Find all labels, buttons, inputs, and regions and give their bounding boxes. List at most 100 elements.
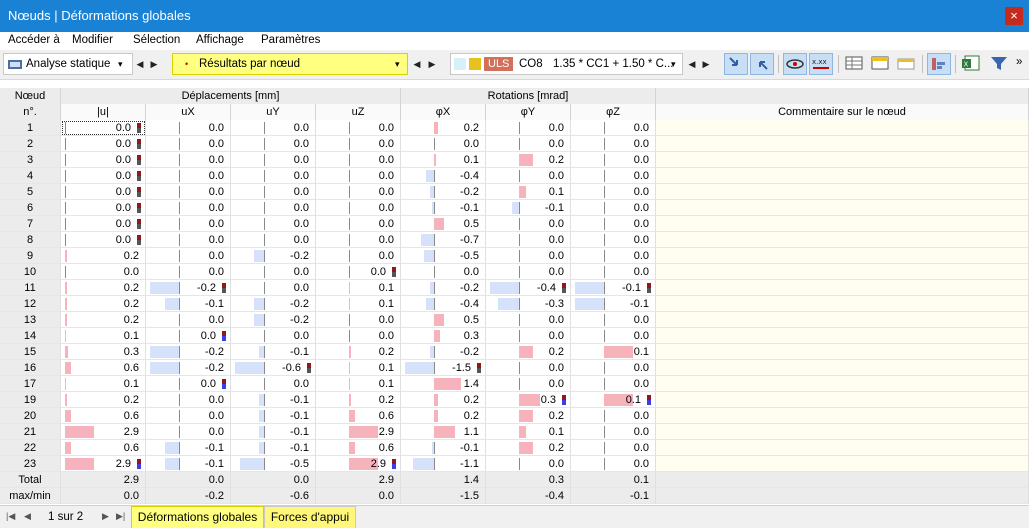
value-cell[interactable]: -0.2 <box>146 488 231 504</box>
value-cell[interactable]: 0.0 <box>571 424 656 440</box>
value-cell[interactable]: -0.2 <box>401 280 486 296</box>
value-cell[interactable]: 0.0 <box>61 216 146 232</box>
value-cell[interactable]: 0.0 <box>486 120 571 136</box>
value-cell[interactable]: -0.1 <box>486 200 571 216</box>
visibility-icon[interactable] <box>783 53 807 75</box>
value-cell[interactable]: -1.1 <box>401 456 486 472</box>
comment-cell[interactable] <box>656 136 1029 152</box>
last-page-icon[interactable]: ▶| <box>116 511 125 522</box>
value-cell[interactable]: 0.0 <box>231 184 316 200</box>
value-cell[interactable]: 0.0 <box>61 136 146 152</box>
col-header-phiz[interactable]: φZ <box>571 104 656 120</box>
value-cell[interactable]: 0.0 <box>486 216 571 232</box>
filter-icon[interactable] <box>988 53 1012 75</box>
value-cell[interactable]: 0.0 <box>316 488 401 504</box>
value-cell[interactable]: 0.0 <box>61 152 146 168</box>
value-cell[interactable]: -0.5 <box>231 456 316 472</box>
value-cell[interactable]: 0.0 <box>316 216 401 232</box>
col-header-uz[interactable]: uZ <box>316 104 401 120</box>
value-cell[interactable]: 0.0 <box>231 152 316 168</box>
value-cell[interactable]: 0.1 <box>316 360 401 376</box>
value-cell[interactable]: 0.0 <box>61 200 146 216</box>
value-cell[interactable]: 0.6 <box>316 440 401 456</box>
value-cell[interactable]: 0.2 <box>486 152 571 168</box>
value-cell[interactable]: -0.2 <box>231 296 316 312</box>
value-cell[interactable]: 0.0 <box>316 168 401 184</box>
value-cell[interactable]: -0.4 <box>401 168 486 184</box>
value-cell[interactable]: -0.1 <box>571 280 656 296</box>
comment-cell[interactable] <box>656 456 1029 472</box>
first-page-icon[interactable]: |◀ <box>6 511 15 522</box>
value-cell[interactable]: 0.0 <box>146 392 231 408</box>
value-cell[interactable]: 0.1 <box>61 376 146 392</box>
value-cell[interactable]: 0.0 <box>571 440 656 456</box>
value-cell[interactable]: 0.0 <box>61 488 146 504</box>
value-cell[interactable]: 0.0 <box>571 328 656 344</box>
comment-header[interactable]: Commentaire sur le nœud <box>656 104 1029 120</box>
value-cell[interactable]: -0.2 <box>401 184 486 200</box>
value-cell[interactable]: 0.0 <box>146 328 231 344</box>
value-cell[interactable]: -0.4 <box>486 280 571 296</box>
value-cell[interactable]: 0.0 <box>146 376 231 392</box>
value-cell[interactable]: 0.0 <box>571 136 656 152</box>
decimal-places-icon[interactable]: x.xx <box>809 53 833 75</box>
table-row[interactable]: 23 2.9 -0.1 -0.5 2.9 -1.1 0.0 0.0 <box>0 456 1029 472</box>
comment-cell[interactable] <box>656 328 1029 344</box>
table-row[interactable]: 4 0.0 0.0 0.0 0.0 -0.4 0.0 0.0 <box>0 168 1029 184</box>
value-cell[interactable]: 0.3 <box>486 472 571 488</box>
close-button[interactable]: × <box>1005 7 1023 25</box>
value-cell[interactable]: 0.0 <box>61 120 146 136</box>
value-cell[interactable]: -0.4 <box>486 488 571 504</box>
value-cell[interactable]: 0.1 <box>571 472 656 488</box>
value-cell[interactable]: -0.6 <box>231 488 316 504</box>
value-cell[interactable]: 0.0 <box>231 328 316 344</box>
comment-cell[interactable] <box>656 280 1029 296</box>
table-row[interactable]: 14 0.1 0.0 0.0 0.0 0.3 0.0 0.0 <box>0 328 1029 344</box>
prev-page-icon[interactable]: ◀ <box>24 511 31 522</box>
value-cell[interactable]: 0.6 <box>61 408 146 424</box>
results-dropdown[interactable]: • Résultats par nœud ▾ <box>172 53 408 75</box>
value-cell[interactable]: 0.0 <box>401 136 486 152</box>
value-cell[interactable]: 0.0 <box>61 232 146 248</box>
value-cell[interactable]: -0.6 <box>231 360 316 376</box>
value-cell[interactable]: 0.0 <box>146 136 231 152</box>
value-cell[interactable]: 0.0 <box>486 312 571 328</box>
value-cell[interactable]: 2.9 <box>61 456 146 472</box>
value-cell[interactable]: 0.0 <box>486 232 571 248</box>
value-cell[interactable]: 0.0 <box>571 200 656 216</box>
tab-forces-appui[interactable]: Forces d'appui <box>264 506 356 528</box>
value-cell[interactable]: 0.0 <box>231 216 316 232</box>
value-cell[interactable]: 0.2 <box>61 248 146 264</box>
value-cell[interactable]: 0.2 <box>486 440 571 456</box>
tab-deformations-globales[interactable]: Déformations globales <box>131 506 264 528</box>
value-cell[interactable]: 0.0 <box>486 264 571 280</box>
value-cell[interactable]: 0.0 <box>316 248 401 264</box>
value-cell[interactable]: 0.1 <box>61 328 146 344</box>
value-cell[interactable]: 0.2 <box>401 392 486 408</box>
value-cell[interactable]: 0.2 <box>61 392 146 408</box>
value-cell[interactable]: 0.0 <box>486 168 571 184</box>
value-cell[interactable]: 0.0 <box>316 120 401 136</box>
value-cell[interactable]: -0.1 <box>401 440 486 456</box>
value-cell[interactable]: -0.1 <box>231 424 316 440</box>
value-cell[interactable]: 0.0 <box>571 120 656 136</box>
table-row[interactable]: 3 0.0 0.0 0.0 0.0 0.1 0.2 0.0 <box>0 152 1029 168</box>
next-results-arrow[interactable]: ▶ <box>426 53 438 75</box>
value-cell[interactable]: 0.2 <box>316 392 401 408</box>
value-cell[interactable]: 0.0 <box>486 360 571 376</box>
table-row[interactable]: 13 0.2 0.0 -0.2 0.0 0.5 0.0 0.0 <box>0 312 1029 328</box>
value-cell[interactable]: -0.1 <box>571 296 656 312</box>
value-cell[interactable]: -0.1 <box>146 456 231 472</box>
table-row[interactable]: 15 0.3 -0.2 -0.1 0.2 -0.2 0.2 0.1 <box>0 344 1029 360</box>
bar-chart-icon[interactable] <box>927 53 951 75</box>
comment-cell[interactable] <box>656 296 1029 312</box>
value-cell[interactable]: 0.1 <box>316 376 401 392</box>
next-combo-arrow[interactable]: ▶ <box>700 53 712 75</box>
value-cell[interactable]: 0.0 <box>571 184 656 200</box>
value-cell[interactable]: 0.1 <box>316 296 401 312</box>
value-cell[interactable]: 0.0 <box>146 264 231 280</box>
value-cell[interactable]: 0.0 <box>61 264 146 280</box>
comment-cell[interactable] <box>656 312 1029 328</box>
value-cell[interactable]: 0.0 <box>146 424 231 440</box>
value-cell[interactable]: 0.0 <box>486 248 571 264</box>
